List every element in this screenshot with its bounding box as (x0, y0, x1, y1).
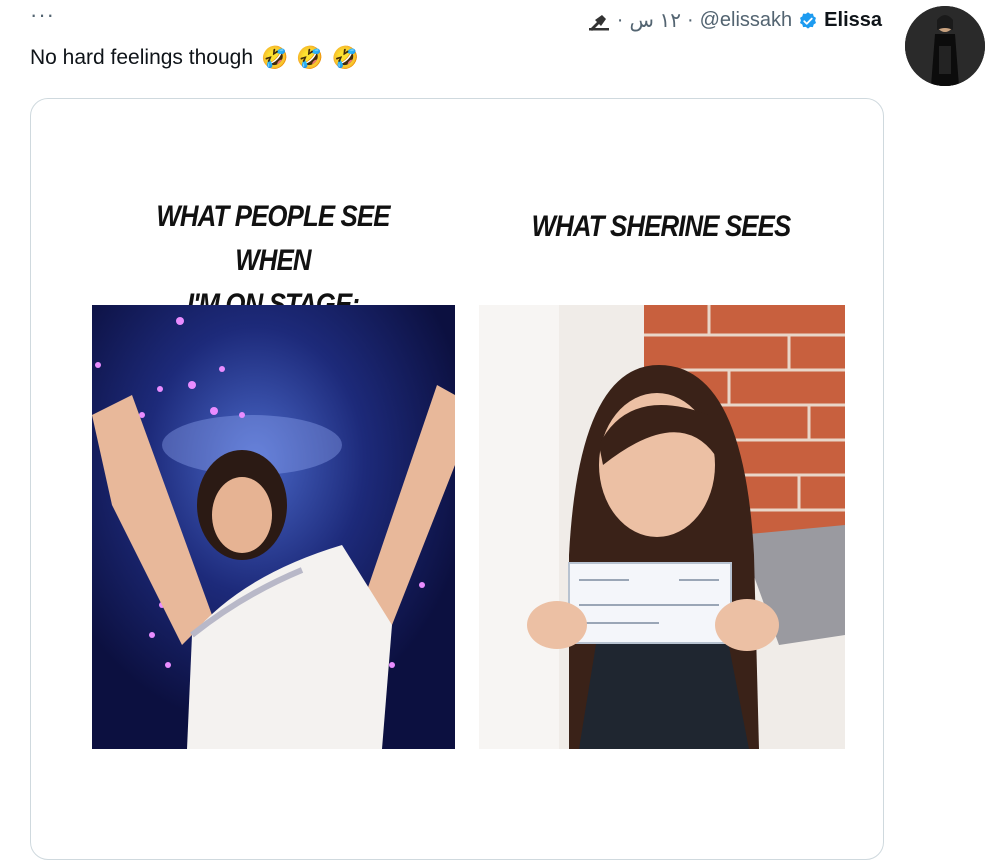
stage-photo-image (92, 305, 455, 749)
separator-dot: · (686, 9, 694, 31)
tweet-header: · ١٢ س · @elissakh Elissa (587, 8, 882, 33)
tweet-media[interactable]: WHAT PEOPLE SEE WHEN I'M ON STAGE: WHAT … (30, 98, 884, 860)
user-handle[interactable]: @elissakh (700, 9, 793, 32)
rofl-emoji-icon: 🤣 (331, 45, 360, 70)
avatar[interactable] (905, 6, 985, 86)
avatar-image (905, 6, 985, 86)
verified-badge-icon (800, 11, 817, 29)
pin-icon[interactable] (587, 11, 611, 31)
stage-photo (92, 305, 455, 749)
display-name[interactable]: Elissa (824, 9, 882, 32)
rofl-emoji-icon: 🤣 (261, 45, 289, 70)
rofl-emoji-icon: 🤣 (296, 45, 324, 70)
tweet-text: No hard feelings though 🤣 🤣 🤣 (30, 46, 359, 70)
tweet-body: No hard feelings though (30, 46, 253, 69)
check-photo (479, 305, 845, 749)
tweet-time[interactable]: ١٢ س (629, 8, 680, 33)
check-photo-image (479, 305, 845, 749)
more-options-button[interactable]: ··· (30, 2, 55, 28)
separator-dot: · (616, 9, 624, 31)
caption-line: WHAT PEOPLE SEE WHEN (156, 200, 390, 277)
meme-caption-right: WHAT SHERINE SEES (531, 210, 792, 243)
